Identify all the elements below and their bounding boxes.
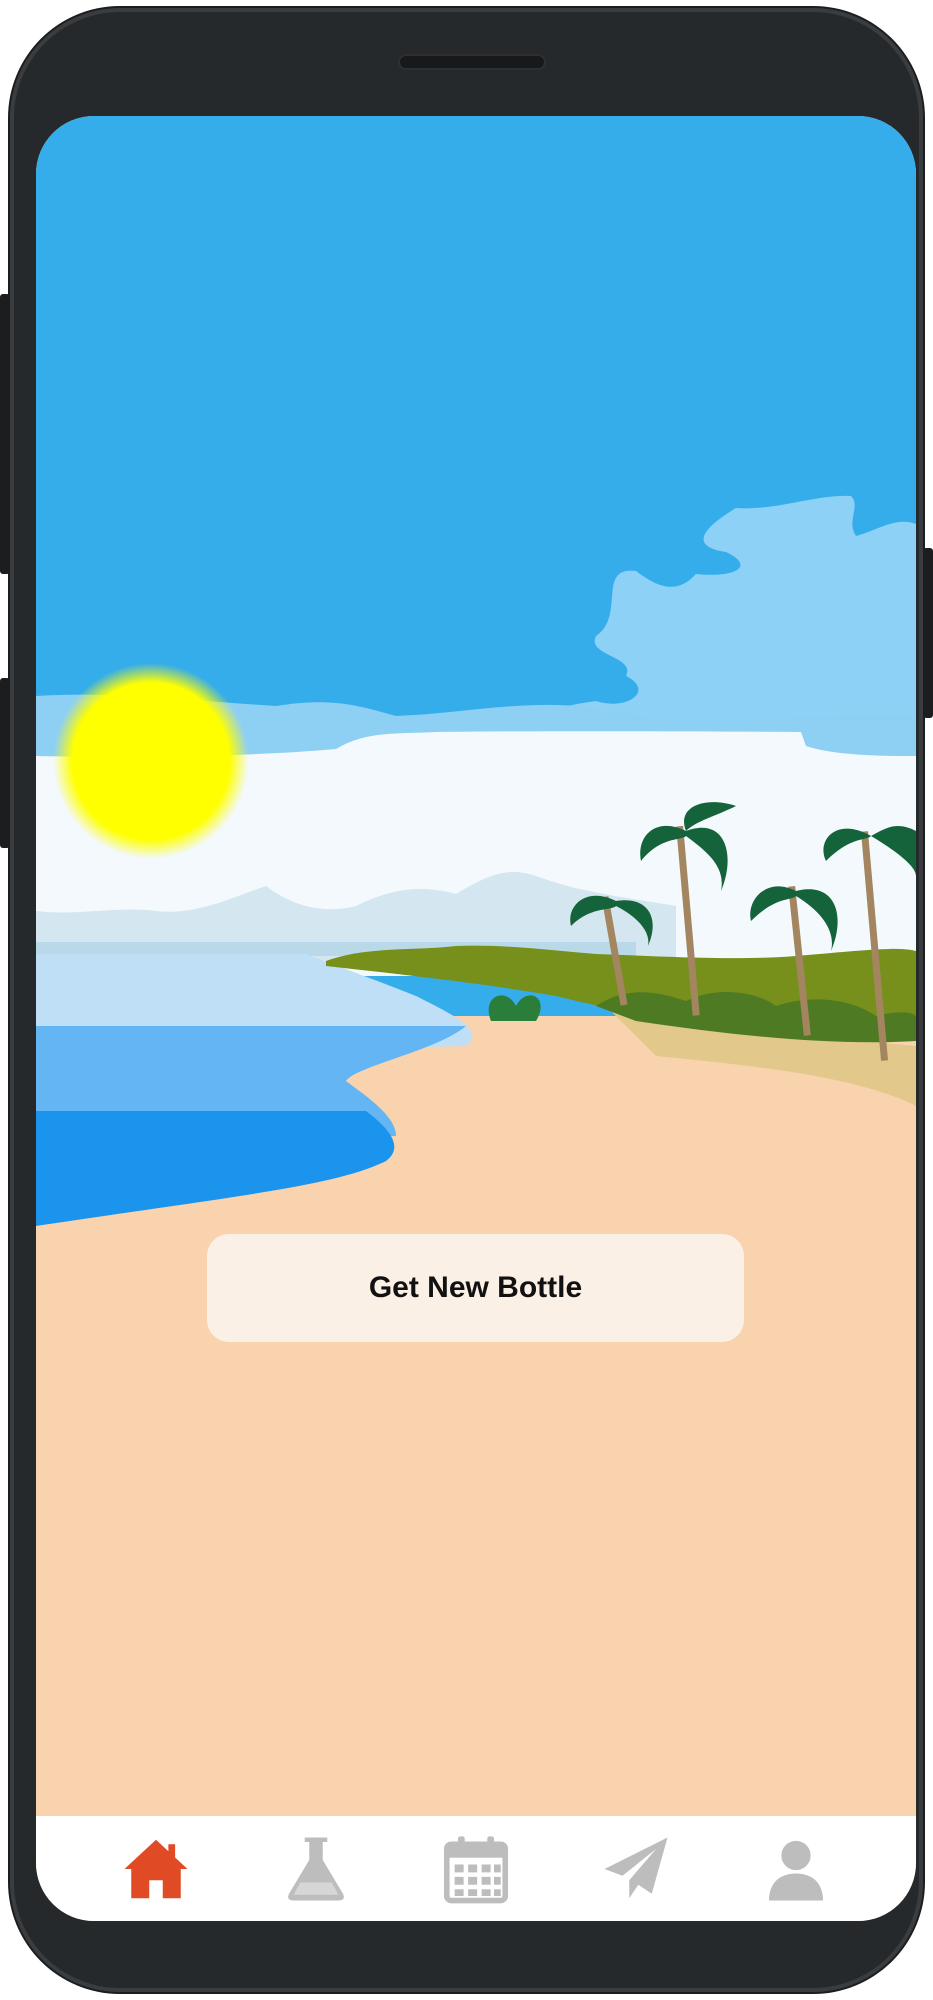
paper-plane-icon [604, 1837, 668, 1898]
sea-deep [36, 1111, 395, 1226]
get-new-bottle-button[interactable]: Get New Bottle [207, 1234, 744, 1342]
volume-down-button [0, 678, 10, 848]
bottom-tab-bar [36, 1816, 916, 1921]
volume-up-button [0, 294, 10, 574]
earpiece-speaker [398, 54, 546, 70]
flask-icon [288, 1837, 344, 1900]
phone-frame: Get New Bottle [0, 8, 933, 1992]
calendar-icon [443, 1835, 509, 1903]
tab-lab[interactable] [276, 1829, 356, 1909]
home-icon [124, 1839, 188, 1898]
tab-send[interactable] [596, 1829, 676, 1909]
tab-calendar[interactable] [436, 1829, 516, 1909]
tab-profile[interactable] [756, 1829, 836, 1909]
user-icon [769, 1840, 823, 1900]
app-screen: Get New Bottle [36, 116, 916, 1921]
tab-home[interactable] [116, 1829, 196, 1909]
power-button [923, 548, 933, 718]
beach-background [36, 116, 916, 1226]
sun [53, 663, 249, 859]
